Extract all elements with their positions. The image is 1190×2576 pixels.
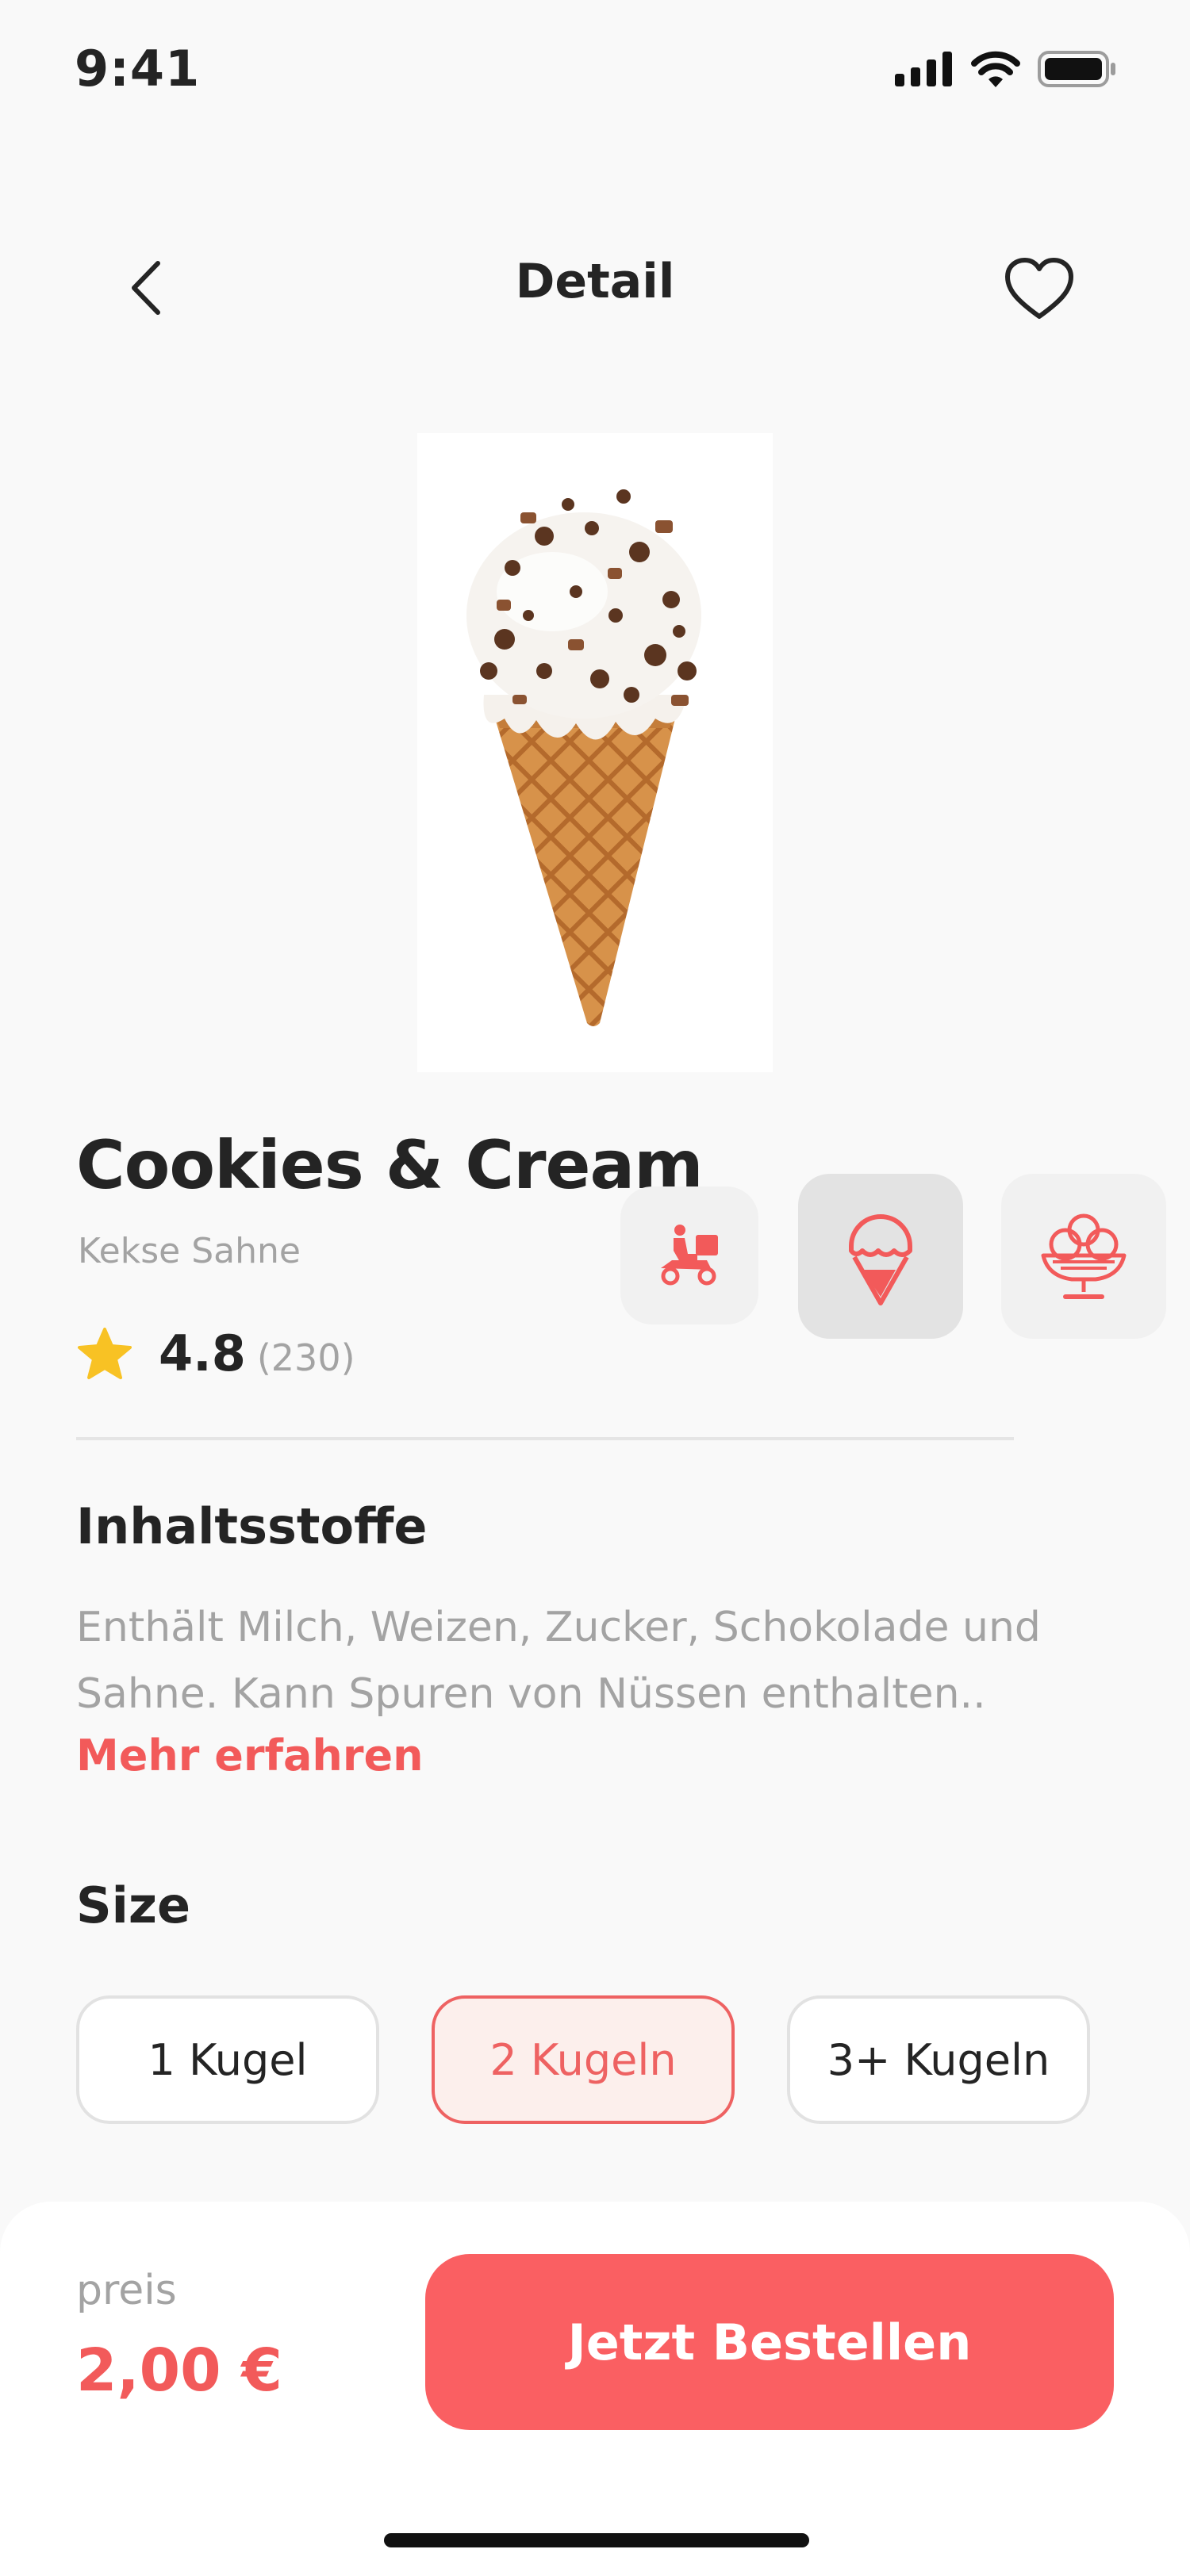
- size-option-1-kugel[interactable]: 1 Kugel: [76, 1995, 379, 2124]
- status-time: 9:41: [75, 40, 201, 98]
- battery-icon: [1038, 51, 1115, 87]
- star-icon: [78, 1327, 132, 1379]
- rating: 4.8 (230): [76, 1324, 355, 1382]
- ice-cream-cup-icon: [1041, 1213, 1127, 1299]
- divider: [76, 1437, 1014, 1440]
- signal-icon: [895, 52, 952, 86]
- price-value: 2,00 €: [76, 2336, 282, 2405]
- size-option-2-kugeln[interactable]: 2 Kugeln: [432, 1995, 735, 2124]
- price-label: preis: [76, 2267, 177, 2314]
- wifi-icon: [971, 51, 1020, 87]
- serving-cup-button[interactable]: [1001, 1174, 1166, 1339]
- more-info-link[interactable]: Mehr erfahren: [76, 1731, 424, 1781]
- serving-cone-button[interactable]: [798, 1174, 963, 1339]
- favorite-button[interactable]: [1001, 251, 1077, 327]
- product-name: Cookies & Cream: [76, 1126, 704, 1204]
- product-image: [417, 433, 773, 1072]
- ice-cream-cone-icon: [849, 1214, 912, 1305]
- size-option-3-plus-kugeln[interactable]: 3+ Kugeln: [787, 1995, 1090, 2124]
- ingredients-title: Inhaltsstoffe: [76, 1497, 428, 1555]
- serving-delivery-button[interactable]: [620, 1186, 758, 1324]
- order-now-button[interactable]: Jetzt Bestellen: [425, 2254, 1114, 2430]
- heart-icon: [1005, 258, 1073, 319]
- ingredients-text: Enthält Milch, Weizen, Zucker, Schokolad…: [76, 1604, 1041, 1718]
- product-subtitle: Kekse Sahne: [78, 1231, 301, 1271]
- status-icons: [895, 51, 1117, 87]
- rating-count: (230): [256, 1336, 355, 1379]
- home-indicator[interactable]: [384, 2533, 809, 2547]
- rating-value: 4.8: [159, 1324, 246, 1382]
- size-title: Size: [76, 1876, 191, 1934]
- delivery-scooter-icon: [661, 1225, 718, 1286]
